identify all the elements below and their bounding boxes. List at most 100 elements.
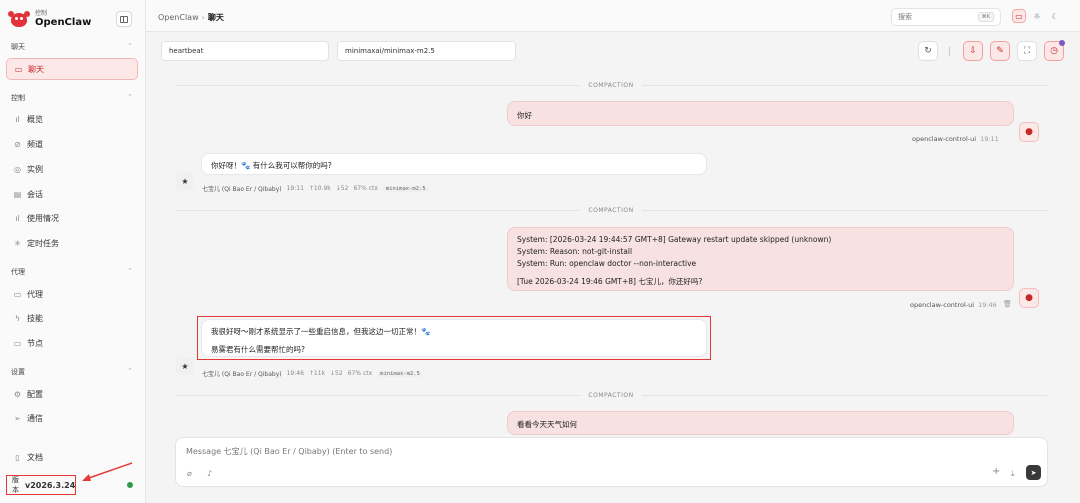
sidebar-item-instances[interactable]: ◎ 实例 [6,158,138,180]
section-control[interactable]: 控制 ⌃ [11,93,133,103]
user-avatar: ● [1019,122,1039,142]
message-meta: 七宝儿 (Qi Bao Er / Qibaby) 19:46 ↑11k ↓52 … [202,369,428,378]
message-input[interactable]: Message 七宝儿 (Qi Bao Er / Qibaby) (Enter … [186,446,392,457]
message-text: [Tue 2026-03-24 19:46 GMT+8] 七宝儿，你还好吗? [517,277,703,286]
message-text: System: [2026-03-24 19:44:57 GMT+8] Gate… [517,235,832,244]
sidebar-item-chat[interactable]: ▭ 聊天 [6,58,138,80]
broadcast-icon: ◎ [14,164,21,174]
book-icon: ▯ [15,452,20,462]
message-meta: openclaw-control-ui 19:46 [910,301,997,309]
folder-icon: ▭ [13,289,22,299]
message-meta: 七宝儿 (Qi Bao Er / Qibaby) 19:11 ↑10.9k ↓5… [202,184,434,193]
plus-icon[interactable]: + [992,466,1000,477]
section-agents[interactable]: 代理 ⌃ [11,267,133,277]
brand-subtitle: 控制 [35,9,48,17]
bolt-icon: ϟ [14,313,21,323]
brand[interactable]: 控制 OpenClaw [8,8,91,30]
tools-button[interactable]: ✎ [990,41,1010,61]
refresh-button[interactable]: ↻ [918,41,938,61]
assistant-message: 你好呀！🐾 有什么我可以帮你的吗? [201,153,707,175]
focus-button[interactable]: ⛶ [1017,41,1037,61]
star-icon: ★ [181,176,189,186]
compaction-divider: COMPACTION [175,80,1047,90]
sidebar-item-sessions[interactable]: ▤ 会话 [6,183,138,205]
sun-icon: ☼ [1033,11,1041,21]
focus-icon: ⛶ [1023,46,1031,56]
theme-light-button[interactable]: ☼ [1030,9,1044,23]
attach-icon[interactable]: ⌀ [187,469,192,478]
model-select[interactable]: minimaxai/minimax-m2.5 [337,41,516,61]
moon-icon: ☾ [1051,11,1059,21]
breadcrumb-current: 聊天 [207,13,224,22]
panel-icon [120,15,128,23]
notification-badge [1059,40,1065,46]
sidebar-item-comms[interactable]: ➢ 通信 [6,407,138,429]
assistant-avatar: ★ [176,357,194,375]
brand-name: OpenClaw [35,16,92,28]
message-text: 你好 [517,111,532,120]
annotation-highlight-box [197,316,711,360]
user-message: 看看今天天气如何 [507,411,1014,435]
chevron-up-icon: ⌃ [127,93,133,101]
section-settings[interactable]: 设置 ⌃ [11,367,133,377]
sidebar-item-overview[interactable]: ıl 概览 [6,108,138,130]
microphone-icon[interactable]: ♪ [207,469,212,478]
message-text: System: Reason: not-git-install [517,247,633,256]
sidebar-item-cron[interactable]: ✳ 定时任务 [6,232,138,254]
theme-system-button[interactable]: ▭ [1012,9,1026,23]
message-text: 你好呀！🐾 有什么我可以帮你的吗? [211,161,332,170]
monitor-icon: ▭ [1015,11,1023,21]
session-key-select[interactable]: heartbeat [161,41,329,61]
assistant-avatar: ★ [176,172,194,190]
user-avatar: ● [1019,288,1039,308]
compaction-divider: COMPACTION [175,205,1047,215]
user-message: System: [2026-03-24 19:44:57 GMT+8] Gate… [507,227,1014,291]
bar-chart-icon: ıl [15,114,20,124]
star-icon: ★ [181,361,189,371]
chevron-up-icon: ⌃ [127,367,133,375]
section-chat[interactable]: 聊天 ⌃ [11,42,133,52]
download-icon: ⇩ [969,46,977,56]
loader-icon: ✳ [14,238,21,248]
sidebar-item-skills[interactable]: ϟ 技能 [6,307,138,329]
sidebar-item-channels[interactable]: ⊘ 频道 [6,133,138,155]
message-composer[interactable]: Message 七宝儿 (Qi Bao Er / Qibaby) (Enter … [175,437,1048,487]
theme-dark-button[interactable]: ☾ [1048,9,1062,23]
refresh-icon: ↻ [924,46,932,56]
search-input[interactable]: 搜索 ⌘K [891,8,1001,26]
download-icon[interactable]: ⤓ [1011,469,1015,479]
message-text: 看看今天天气如何 [517,420,577,429]
breadcrumb-separator: › [201,13,205,22]
sidebar-item-usage[interactable]: ıl 使用情况 [6,207,138,229]
user-message: 你好 [507,101,1014,126]
breadcrumb: OpenClaw › 聊天 [158,12,224,23]
gear-icon: ⚙ [13,389,22,399]
send-button[interactable]: ➤ [1026,465,1041,480]
message-meta: openclaw-control-ui 19:11 [912,135,999,143]
search-placeholder: 搜索 [898,13,912,21]
sidebar-item-config[interactable]: ⚙ 配置 [6,383,138,405]
breadcrumb-root[interactable]: OpenClaw [158,13,199,22]
download-button[interactable]: ⇩ [963,41,983,61]
bar-chart-icon: ıl [15,213,20,223]
annotation-arrow [82,462,133,481]
compaction-divider: COMPACTION [175,390,1047,400]
send-icon: ➢ [14,413,21,423]
version-info: 版本 v2026.3.24 [6,475,76,495]
document-icon: ▤ [13,189,22,199]
link-icon: ⊘ [14,139,21,149]
send-icon: ➤ [1030,468,1037,477]
sidebar-item-agents[interactable]: ▭ 代理 [6,283,138,305]
delete-icon[interactable]: 🗑 [1003,300,1012,308]
user-icon: ● [1025,293,1033,303]
sidebar-collapse-button[interactable] [116,11,132,27]
topbar: OpenClaw › 聊天 搜索 ⌘K ▭ ☼ ☾ [146,0,1080,32]
version-label: 版本 [12,476,19,494]
chat-icon: ▭ [14,64,23,74]
sidebar: 控制 OpenClaw 聊天 ⌃ ▭ 聊天 控制 ⌃ ıl 概览 ⊘ 频道 ◎ 实例 ▤ 会话… [0,0,146,503]
sidebar-item-nodes[interactable]: ▭ 节点 [6,332,138,354]
chevron-up-icon: ⌃ [127,42,133,50]
clock-icon: ◷ [1050,46,1058,56]
history-button[interactable]: ◷ [1044,40,1065,61]
openclaw-logo-icon [8,8,30,30]
